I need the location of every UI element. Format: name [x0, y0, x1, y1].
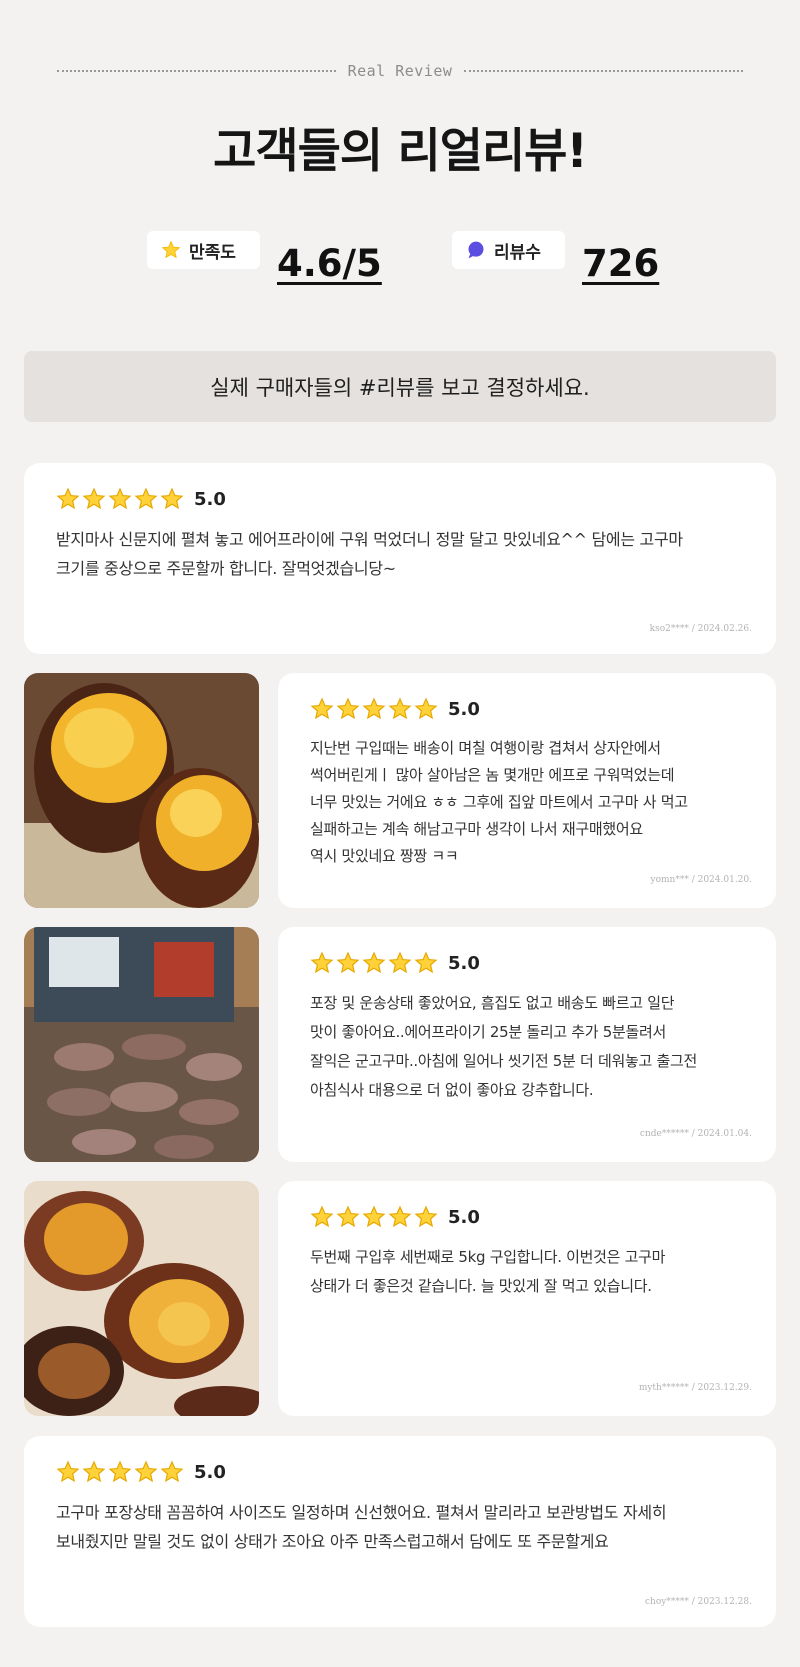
review-line: 맛이 좋아어요..에어프라이기 25분 돌리고 추가 5분돌려서: [310, 1023, 667, 1041]
star-icon: [134, 487, 158, 510]
review-meta: cnde****** / 2024.01.04.: [639, 1129, 752, 1139]
roasted-sweet-potato-photo: [24, 673, 259, 908]
review-card: 5.0 포장 및 운송상태 좋았어요, 흠집도 없고 배송도 빠르고 일단 맛이…: [278, 927, 776, 1162]
star-icon: [362, 951, 386, 974]
star-icon: [134, 1460, 158, 1483]
satisfaction-value: 4.6/5: [277, 242, 382, 285]
star-rating: [56, 1460, 184, 1484]
review-line: 고구마 포장상태 꼼꼼하여 사이즈도 일정하며 신선했어요. 펼쳐서 말리라고 …: [56, 1503, 667, 1522]
star-icon: [414, 1205, 438, 1228]
star-icon: [161, 240, 181, 259]
review-card: 5.0 지난번 구입때는 배송이 며칠 여행이랑 겹쳐서 상자안에서 썩어버린게…: [278, 673, 776, 908]
satisfaction-badge: 만족도: [147, 231, 260, 269]
dotted-divider-right: [464, 70, 743, 72]
rating-row: 5.0: [310, 951, 480, 975]
dotted-divider-left: [57, 70, 336, 72]
rating-score: 5.0: [194, 488, 226, 510]
review-line: 썩어버린게ㅣ 많아 살아남은 놈 몇개만 에프로 구워먹었는데: [310, 766, 675, 784]
rating-score: 5.0: [194, 1461, 226, 1483]
review-line: 너무 맛있는 거에요 ㅎㅎ 그후에 집앞 마트에서 고구마 사 먹고: [310, 793, 688, 811]
review-meta: choy***** / 2023.12.28.: [645, 1597, 752, 1607]
review-line: 실패하고는 계속 해남고구마 생각이 나서 재구매했어요: [310, 820, 643, 838]
star-icon: [336, 951, 360, 974]
review-text: 고구마 포장상태 꼼꼼하여 사이즈도 일정하며 신선했어요. 펼쳐서 말리라고 …: [56, 1498, 756, 1556]
star-rating: [310, 697, 438, 721]
review-meta: kso2**** / 2024.02.26.: [649, 624, 752, 634]
review-line: 받지마사 신문지에 펼쳐 놓고 에어프라이에 구워 먹었더니 정말 달고 맛있네…: [56, 530, 683, 549]
star-icon: [362, 1205, 386, 1228]
rating-row: 5.0: [310, 1205, 480, 1229]
review-count-badge: 리뷰수: [452, 231, 565, 269]
star-icon: [56, 1460, 80, 1483]
banner-text: 실제 구매자들의 #리뷰를 보고 결정하세요.: [210, 375, 590, 400]
review-count-value: 726: [582, 242, 660, 285]
star-icon: [56, 487, 80, 510]
rating-row: 5.0: [56, 487, 226, 511]
review-card: 5.0 두번째 구입후 세번째로 5kg 구입합니다. 이번것은 고구마 상태가…: [278, 1181, 776, 1416]
chat-bubble-icon: [468, 241, 484, 259]
boxed-sweet-potatoes-photo: [24, 927, 259, 1162]
review-banner: 실제 구매자들의 #리뷰를 보고 결정하세요.: [24, 351, 776, 422]
review-text: 받지마사 신문지에 펼쳐 놓고 에어프라이에 구워 먹었더니 정말 달고 맛있네…: [56, 525, 756, 583]
review-line: 상태가 더 좋은것 같습니다. 늘 맛있게 잘 먹고 있습니다.: [310, 1277, 652, 1295]
star-icon: [310, 697, 334, 720]
star-icon: [160, 487, 184, 510]
review-line: 아침식사 대용으로 더 없이 좋아요 강추합니다.: [310, 1081, 594, 1099]
review-card: 5.0 고구마 포장상태 꼼꼼하여 사이즈도 일정하며 신선했어요. 펼쳐서 말…: [24, 1436, 776, 1627]
star-icon: [388, 1205, 412, 1228]
star-rating: [310, 951, 438, 975]
page-title: 고객들의 리얼리뷰!: [213, 124, 588, 179]
star-icon: [336, 697, 360, 720]
review-text: 두번째 구입후 세번째로 5kg 구입합니다. 이번것은 고구마 상태가 더 좋…: [310, 1243, 760, 1301]
review-count-label: 리뷰수: [494, 242, 541, 263]
review-line: 지난번 구입때는 배송이 며칠 여행이랑 겹쳐서 상자안에서: [310, 739, 661, 757]
baked-sweet-potato-halves-photo: [24, 1181, 259, 1416]
star-icon: [108, 1460, 132, 1483]
review-card: 5.0 받지마사 신문지에 펼쳐 놓고 에어프라이에 구워 먹었더니 정말 달고…: [24, 463, 776, 654]
eyebrow-label: Real Review: [347, 62, 453, 80]
star-icon: [310, 951, 334, 974]
review-line: 보내줬지만 말릴 것도 없이 상태가 조아요 아주 만족스럽고해서 담에도 또 …: [56, 1532, 609, 1551]
review-line: 크기를 중상으로 주문할까 합니다. 잘먹엇겠습니당~: [56, 559, 396, 578]
rating-row: 5.0: [310, 697, 480, 721]
review-line: 두번째 구입후 세번째로 5kg 구입합니다. 이번것은 고구마: [310, 1248, 666, 1266]
rating-score: 5.0: [448, 1206, 480, 1228]
star-icon: [414, 697, 438, 720]
star-icon: [388, 697, 412, 720]
star-icon: [414, 951, 438, 974]
star-rating: [56, 487, 184, 511]
satisfaction-label: 만족도: [189, 242, 236, 263]
rating-score: 5.0: [448, 952, 480, 974]
star-rating: [310, 1205, 438, 1229]
review-line: 포장 및 운송상태 좋았어요, 흠집도 없고 배송도 빠르고 일단: [310, 994, 675, 1012]
review-text: 지난번 구입때는 배송이 며칠 여행이랑 겹쳐서 상자안에서 썩어버린게ㅣ 많아…: [310, 735, 760, 870]
rating-row: 5.0: [56, 1460, 226, 1484]
review-text: 포장 및 운송상태 좋았어요, 흠집도 없고 배송도 빠르고 일단 맛이 좋아어…: [310, 989, 760, 1105]
star-icon: [108, 487, 132, 510]
section-eyebrow: Real Review: [57, 60, 743, 82]
review-meta: myth****** / 2023.12.29.: [638, 1383, 752, 1393]
rating-score: 5.0: [448, 698, 480, 720]
star-icon: [362, 697, 386, 720]
review-line: 잘익은 군고구마..아침에 일어나 씻기전 5분 더 데워놓고 출그전: [310, 1052, 697, 1070]
star-icon: [82, 487, 106, 510]
star-icon: [336, 1205, 360, 1228]
review-line: 역시 맛있네요 짱짱 ㅋㅋ: [310, 847, 459, 865]
star-icon: [82, 1460, 106, 1483]
star-icon: [388, 951, 412, 974]
star-icon: [160, 1460, 184, 1483]
review-meta: yomn*** / 2024.01.20.: [650, 875, 752, 885]
star-icon: [310, 1205, 334, 1228]
